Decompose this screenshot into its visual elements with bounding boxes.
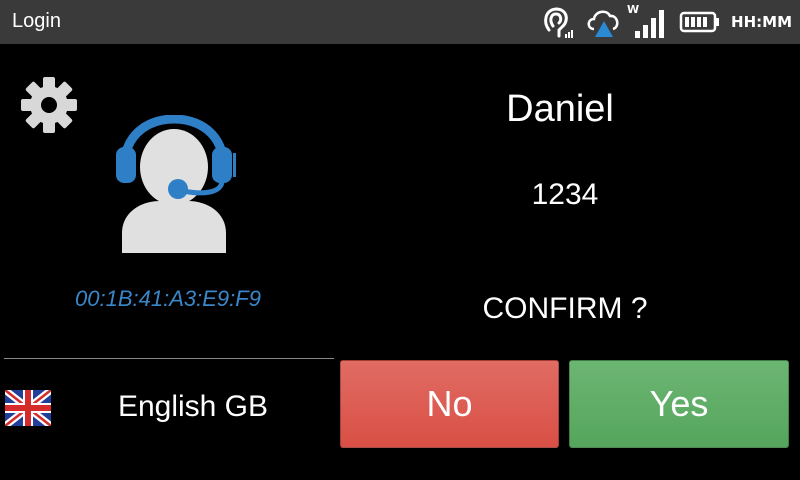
headset-signal-icon	[544, 7, 574, 38]
language-selector[interactable]: English GB	[80, 390, 306, 424]
status-bar-icons: W HH:MM	[539, 3, 792, 40]
operator-avatar-icon	[116, 115, 236, 253]
user-code: 1234	[531, 178, 599, 211]
status-bar-title: Login	[12, 10, 61, 32]
clock: HH:MM	[731, 13, 792, 31]
confirm-prompt: CONFIRM ?	[482, 292, 648, 325]
uk-flag-icon[interactable]	[5, 390, 51, 426]
cellular-signal: W	[627, 3, 669, 39]
cellular-signal-icon	[635, 10, 665, 38]
no-button[interactable]: No	[340, 360, 559, 448]
user-name: Daniel	[506, 88, 614, 130]
cloud-upload-icon	[587, 10, 619, 37]
battery-icon	[679, 11, 720, 33]
divider	[4, 358, 334, 359]
status-bar: Login W HH:MM	[0, 0, 800, 44]
device-mac-address: 00:1B:41:A3:E9:F9	[75, 286, 261, 311]
yes-button[interactable]: Yes	[569, 360, 789, 448]
gear-icon[interactable]	[20, 76, 78, 134]
